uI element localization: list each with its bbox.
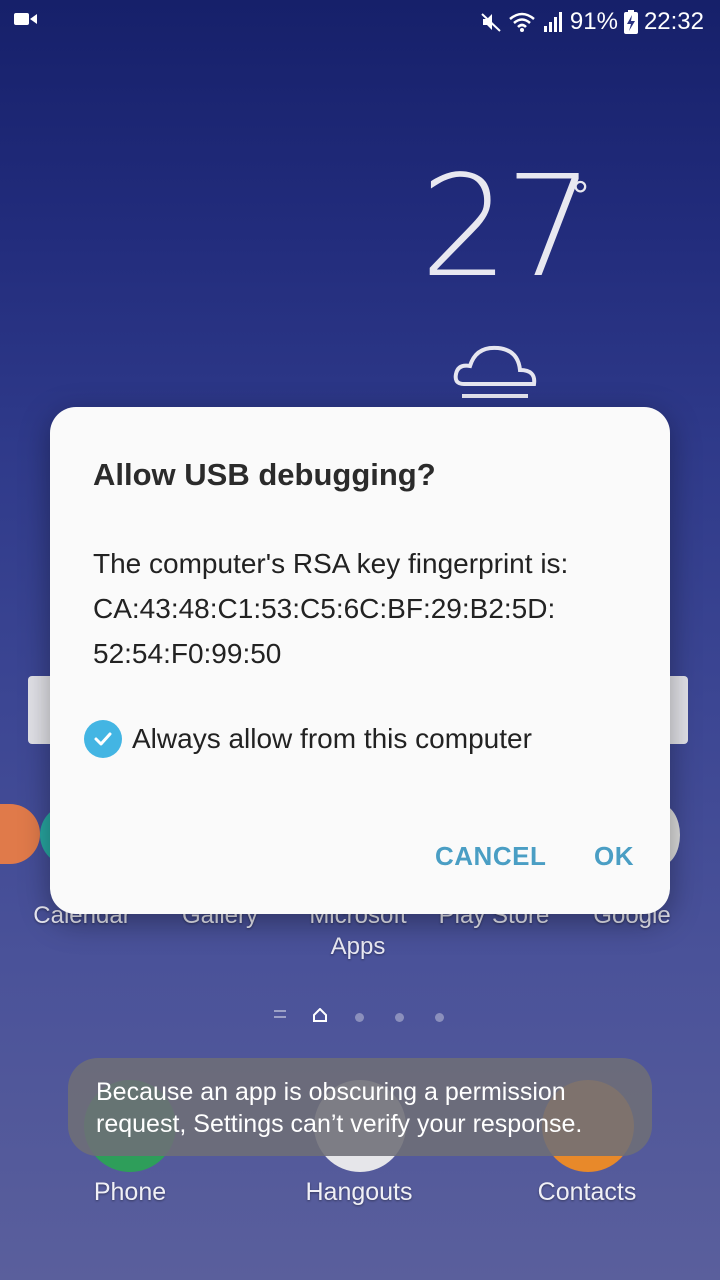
dialog-message: The computer's RSA key fingerprint is: C… (93, 541, 653, 676)
dock-label-phone[interactable]: Phone (50, 1178, 210, 1207)
usb-debugging-dialog: Allow USB debugging? The computer's RSA … (50, 407, 670, 914)
clock: 22:32 (643, 8, 704, 35)
message-line-2: CA:43:48:C1:53:C5:6C:BF:29:B2:5D: (93, 593, 556, 624)
toast-message: Because an app is obscuring a permission… (68, 1058, 652, 1156)
floating-video-icon[interactable] (0, 804, 40, 864)
wifi-icon (508, 11, 536, 33)
cloud-icon[interactable] (450, 336, 540, 413)
status-bar: 91% 22:32 (0, 0, 720, 44)
battery-percent: 91% (569, 8, 618, 35)
checkbox-checked-icon[interactable] (84, 720, 122, 758)
mute-icon (480, 11, 502, 33)
temperature[interactable]: 27 (420, 158, 594, 298)
always-allow-checkbox-row[interactable]: Always allow from this computer (84, 720, 532, 758)
message-line-3: 52:54:F0:99:50 (93, 638, 282, 669)
dialog-title: Allow USB debugging? (93, 457, 436, 492)
dock-label-hangouts[interactable]: Hangouts (279, 1178, 439, 1207)
page-indicator[interactable] (270, 1007, 450, 1028)
degree-symbol: ° (572, 172, 589, 219)
video-camera-icon (14, 10, 38, 33)
home-page-icon (313, 1007, 327, 1027)
dock-label-contacts[interactable]: Contacts (507, 1178, 667, 1207)
battery-charging-icon (623, 10, 638, 34)
checkbox-label[interactable]: Always allow from this computer (132, 723, 532, 755)
ok-button[interactable]: OK (594, 841, 634, 872)
message-line-1: The computer's RSA key fingerprint is: (93, 548, 569, 579)
cancel-button[interactable]: CANCEL (435, 841, 546, 872)
signal-icon (542, 11, 564, 33)
